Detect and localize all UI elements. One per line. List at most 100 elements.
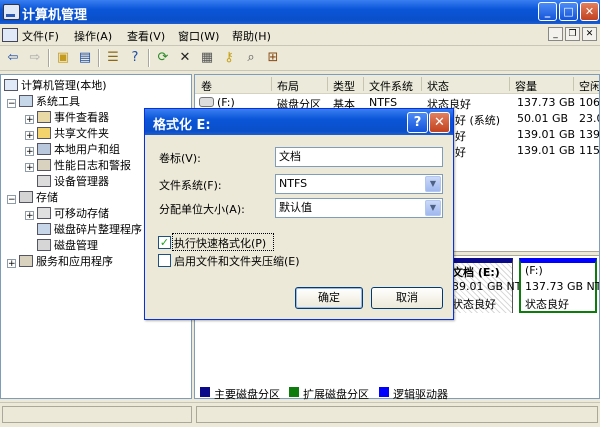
compression-checkbox[interactable]	[158, 254, 171, 267]
forward-icon[interactable]: ⇨	[26, 49, 44, 67]
dialog-close-button[interactable]: ✕	[429, 112, 450, 133]
column-type[interactable]: 类型	[333, 78, 355, 94]
tree-label: 服务和应用程序	[36, 255, 113, 268]
menu-help[interactable]: 帮助(H)	[232, 28, 271, 44]
column-separator	[421, 77, 422, 91]
expand-icon[interactable]: +	[25, 211, 34, 221]
chevron-down-icon[interactable]: ▼	[425, 200, 441, 216]
ok-button[interactable]: 确定	[295, 287, 363, 309]
cancel-button[interactable]: 取消	[371, 287, 443, 309]
mdi-restore-button[interactable]: ❐	[565, 27, 580, 41]
tree-label: 存储	[36, 191, 58, 204]
tree-node-local-users[interactable]: + 本地用户和组	[25, 142, 120, 158]
collapse-icon[interactable]: −	[7, 195, 16, 205]
allocation-unit-select[interactable]: 默认值 ▼	[275, 198, 443, 218]
toolbar-separator	[48, 49, 50, 67]
tree-node-event-viewer[interactable]: + 事件查看器	[25, 110, 109, 126]
collapse-icon[interactable]: −	[7, 99, 16, 109]
cell-status: 好 (系统)	[455, 114, 501, 127]
users-icon	[37, 143, 51, 155]
filesystem-caption: 文件系统(F):	[159, 179, 222, 192]
allocation-unit-value: 默认值	[279, 201, 312, 214]
tree-node-root[interactable]: 计算机管理(本地)	[4, 78, 107, 94]
volume-label-input[interactable]: 文档	[275, 147, 443, 167]
key-icon[interactable]: ⚷	[220, 49, 238, 67]
dialog-title: 格式化 E:	[153, 118, 211, 133]
help-icon[interactable]: ?	[126, 49, 144, 67]
status-bar	[0, 402, 600, 427]
column-filesystem[interactable]: 文件系统	[369, 78, 413, 94]
minimize-button[interactable]: _	[538, 2, 557, 21]
expand-icon[interactable]: +	[7, 259, 16, 269]
event-viewer-icon	[37, 111, 51, 123]
window-titlebar: 计算机管理 _ □ ✕	[0, 0, 600, 24]
properties-sheet-icon[interactable]: ▦	[198, 49, 216, 67]
tree-node-system-tools[interactable]: − 系统工具	[7, 94, 80, 110]
tree-node-storage[interactable]: − 存储	[7, 190, 58, 206]
properties-icon[interactable]: ☰	[104, 49, 122, 67]
tree-node-removable[interactable]: + 可移动存储	[25, 206, 109, 222]
tree-node-device-manager[interactable]: 设备管理器	[37, 174, 109, 190]
computer-icon	[4, 79, 18, 91]
tree-node-perf-logs[interactable]: + 性能日志和警报	[25, 158, 131, 174]
back-icon[interactable]: ⇦	[4, 49, 22, 67]
tree-label: 可移动存储	[54, 207, 109, 220]
show-tree-icon[interactable]: ▤	[76, 49, 94, 67]
up-folder-icon[interactable]: ▣	[54, 49, 72, 67]
expand-icon[interactable]: +	[25, 131, 34, 141]
column-volume[interactable]: 卷	[201, 78, 212, 94]
tree-node-shared-folders[interactable]: + 共享文件夹	[25, 126, 109, 142]
tree-label: 性能日志和警报	[54, 159, 131, 172]
filesystem-value: NTFS	[279, 177, 308, 190]
toolbar-separator	[98, 49, 100, 67]
expand-icon[interactable]: +	[25, 163, 34, 173]
tools-icon	[19, 95, 33, 107]
mdi-window-icon[interactable]	[2, 28, 18, 42]
tree-node-services[interactable]: + 服务和应用程序	[7, 254, 113, 270]
delete-icon[interactable]: ✕	[176, 49, 194, 67]
storage-icon	[19, 191, 33, 203]
menu-view[interactable]: 查看(V)	[127, 28, 165, 44]
partition-e-label: 文档 (E:)	[452, 266, 500, 279]
partition-e-box[interactable]: 文档 (E:) 39.01 GB NT 状态良好	[449, 258, 522, 313]
legend-logical-swatch	[379, 387, 389, 397]
column-layout[interactable]: 布局	[277, 78, 299, 94]
status-pane	[196, 406, 598, 423]
search-icon[interactable]: ⌕	[242, 49, 260, 67]
mdi-minimize-button[interactable]: _	[548, 27, 563, 41]
quick-format-checkbox[interactable]: ✓	[158, 236, 171, 249]
menu-file[interactable]: 文件(F)	[22, 28, 59, 44]
legend-logical-label: 逻辑驱动器	[393, 388, 448, 401]
connect-icon[interactable]: ⊞	[264, 49, 282, 67]
column-status[interactable]: 状态	[427, 78, 449, 94]
partition-f-label: (F:)	[525, 264, 543, 277]
partition-f-box[interactable]: (F:) 137.73 GB NT 状态良好	[519, 258, 599, 313]
tree-label: 计算机管理(本地)	[21, 79, 107, 92]
filesystem-select[interactable]: NTFS ▼	[275, 174, 443, 194]
menu-action[interactable]: 操作(A)	[74, 28, 112, 44]
close-button[interactable]: ✕	[580, 2, 599, 21]
compression-label[interactable]: 启用文件和文件夹压缩(E)	[174, 253, 300, 269]
list-header: 卷 布局 类型 文件系统 状态 容量 空闲	[195, 75, 599, 94]
dialog-help-button[interactable]: ?	[407, 112, 428, 133]
menu-window[interactable]: 窗口(W)	[178, 28, 219, 44]
partition-f-status: 状态良好	[525, 298, 569, 311]
cell-capacity: 137.73 GB	[517, 96, 576, 109]
mdi-close-button[interactable]: ✕	[582, 27, 597, 41]
refresh-icon[interactable]: ⟳	[154, 49, 172, 67]
maximize-button[interactable]: □	[559, 2, 578, 21]
quick-format-label[interactable]: 执行快速格式化(P)	[174, 235, 266, 251]
chevron-down-icon[interactable]: ▼	[425, 176, 441, 192]
cell-capacity: 139.01 GB	[517, 144, 576, 157]
shared-folder-icon	[37, 127, 51, 139]
tree-node-defrag[interactable]: 磁盘碎片整理程序	[37, 222, 142, 238]
tree-label: 磁盘管理	[54, 239, 98, 252]
column-capacity[interactable]: 容量	[515, 78, 537, 94]
expand-icon[interactable]: +	[25, 115, 34, 125]
disk-management-icon	[37, 239, 51, 251]
column-separator	[327, 77, 328, 91]
expand-icon[interactable]: +	[25, 147, 34, 157]
tree-label: 本地用户和组	[54, 143, 120, 156]
tree-node-disk-management[interactable]: 磁盘管理	[37, 238, 98, 254]
column-free[interactable]: 空闲	[579, 78, 599, 94]
